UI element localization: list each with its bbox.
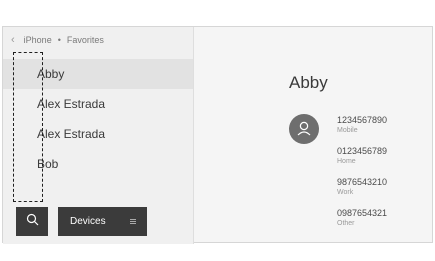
breadcrumb: ‹ iPhone • Favorites [11, 33, 104, 47]
contact-name: Alex Estrada [37, 127, 106, 141]
devices-label: Devices [70, 216, 106, 227]
person-icon [289, 114, 319, 144]
phone-number-type: Mobile [337, 127, 358, 134]
contact-name: Alex Estrada [37, 97, 106, 111]
pane-divider [193, 27, 194, 244]
phone-number: 0123456789 [337, 146, 388, 156]
phone-number-entry[interactable]: 1234567890 Mobile [337, 115, 387, 146]
phone-number-type: Other [337, 220, 355, 227]
search-button[interactable] [16, 207, 48, 236]
phone-number-entry[interactable]: 0123456789 Home [337, 146, 387, 177]
contacts-pane: ‹ iPhone • Favorites Abby Alex Estrada A… [3, 27, 193, 244]
breadcrumb-separator: • [57, 35, 61, 45]
phone-number: 9876543210 [337, 177, 388, 187]
chevron-left-icon[interactable]: ‹ [11, 34, 15, 46]
phone-number-list: 1234567890 Mobile 0123456789 Home 987654… [337, 115, 387, 239]
bottom-bar: Devices [16, 207, 147, 236]
menu-icon [130, 219, 136, 224]
phone-number-type: Work [337, 189, 354, 196]
alphabet-index-callout[interactable] [13, 52, 43, 202]
phone-number: 1234567890 [337, 115, 388, 125]
phone-number-entry[interactable]: 9876543210 Work [337, 177, 387, 208]
devices-button[interactable]: Devices [58, 207, 147, 236]
phone-number: 0987654321 [337, 208, 388, 218]
breadcrumb-device[interactable]: iPhone [24, 35, 52, 45]
phone-number-type: Home [337, 158, 356, 165]
phone-screen: ‹ iPhone • Favorites Abby Alex Estrada A… [2, 26, 433, 244]
search-icon [26, 213, 39, 231]
phone-number-entry[interactable]: 0987654321 Other [337, 208, 387, 239]
contact-detail-name: Abby [289, 73, 328, 92]
breadcrumb-section: Favorites [66, 35, 104, 45]
